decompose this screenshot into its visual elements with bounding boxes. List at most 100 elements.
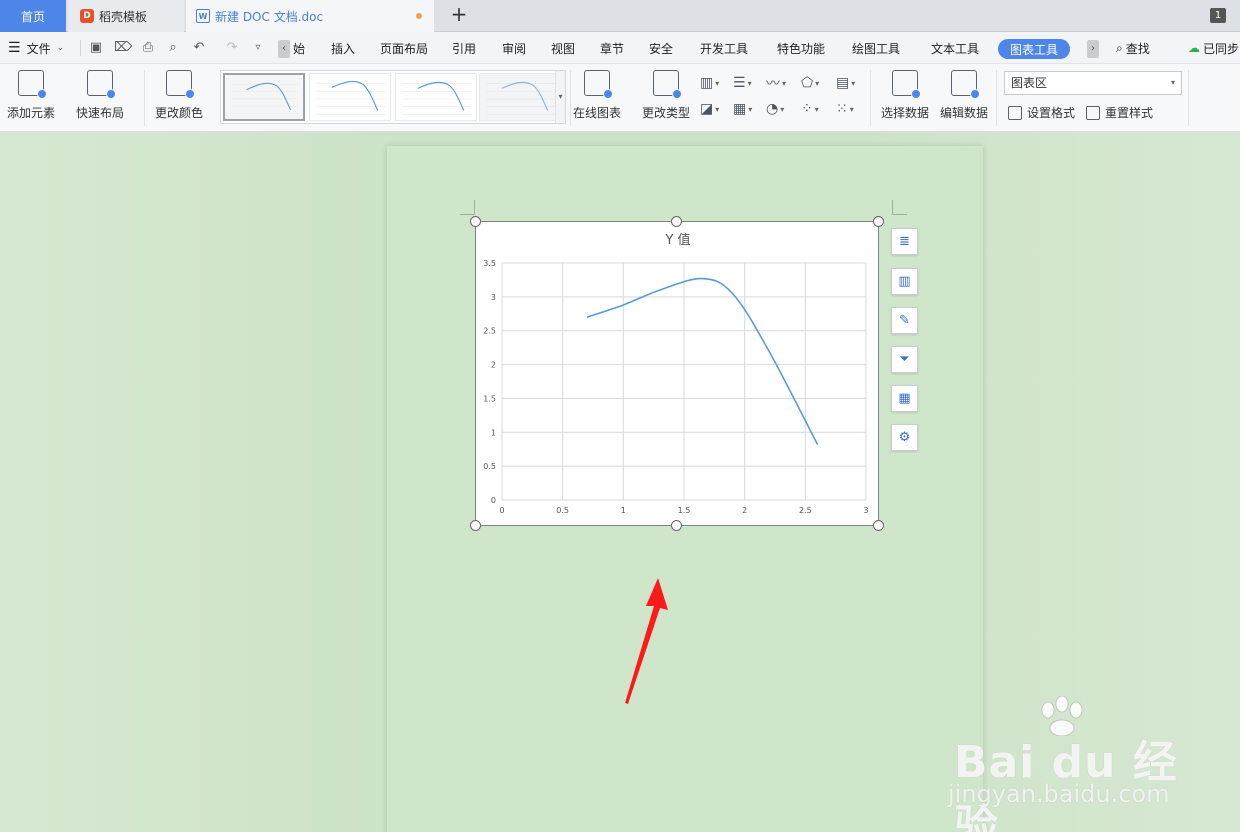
chart-series — [586, 277, 819, 445]
resize-handle-bottom-right[interactable] — [873, 520, 884, 531]
column-chart-icon[interactable]: ▥ ▾ — [700, 74, 726, 92]
filter-icon[interactable]: ⏷ — [891, 346, 918, 373]
chart-title[interactable]: Y 值 — [664, 232, 690, 248]
red-arrow-annotation — [625, 578, 668, 704]
chart-style-thumb[interactable] — [479, 73, 561, 121]
print-preview-icon[interactable]: ⌕ — [165, 40, 181, 56]
change-type-label: 更改类型 — [642, 106, 691, 120]
combo-chart-icon[interactable]: ▦ ▾ — [733, 100, 759, 118]
chart-style-thumb[interactable] — [223, 73, 305, 121]
word-doc-icon: W — [196, 9, 210, 23]
tab-home-label: 首页 — [20, 9, 45, 24]
change-color-icon — [166, 70, 195, 99]
format-painter-icon[interactable]: ⌦ — [114, 40, 132, 56]
sync-label: 已同步 — [1203, 41, 1240, 56]
chart-style-gallery: ▾ — [220, 70, 566, 124]
series-line — [586, 277, 819, 445]
search-icon: ⌕ — [1116, 40, 1123, 55]
menu-item-security[interactable]: 安全 — [649, 32, 673, 64]
menu-item-insert[interactable]: 插入 — [331, 32, 355, 64]
menu-item-chart-tools[interactable]: 图表工具 — [998, 39, 1071, 59]
menu-item-review[interactable]: 审阅 — [502, 32, 526, 64]
window-count-badge[interactable]: 1 — [1210, 8, 1226, 23]
chart-style-preview — [316, 80, 386, 115]
margin-mark — [892, 200, 907, 215]
resize-handle-top-left[interactable] — [470, 216, 481, 227]
select-data-icon — [892, 70, 921, 99]
gallery-expand-icon[interactable]: ▾ — [555, 71, 565, 123]
chart-object[interactable]: Y 值 0 0.5 1 1.5 2 2.5 3 3.5 0 0.5 1 1.5 2 2.5 3 — [475, 221, 879, 526]
tab-bar: 首页 D 稻壳模板 W 新建 DOC 文档.doc + 1 — [0, 0, 1240, 32]
menu-item-start[interactable]: 始 — [293, 32, 305, 64]
chart-style-thumb[interactable] — [395, 73, 477, 121]
tab-template[interactable]: D 稻壳模板 — [68, 0, 184, 32]
bar-chart-icon[interactable]: ☰ ▾ — [733, 74, 759, 92]
area-chart-icon[interactable]: ◪ ▾ — [700, 100, 726, 118]
chart-style-thumb[interactable] — [309, 73, 391, 121]
gear-icon[interactable]: ⚙ — [891, 424, 918, 451]
y-tick-label: 3.5 — [483, 259, 496, 268]
search-button[interactable]: ⌕ 查找 — [1116, 32, 1150, 64]
chevron-down-icon: ⌄ — [56, 43, 65, 53]
menu-item-developer[interactable]: 开发工具 — [700, 32, 748, 64]
search-label: 查找 — [1125, 41, 1150, 56]
sync-status[interactable]: ☁ 已同步 — [1188, 32, 1239, 64]
resize-handle-bottom[interactable] — [671, 520, 682, 531]
x-tick-label: 0.5 — [556, 506, 569, 515]
change-color-button[interactable]: 更改颜色 — [155, 70, 203, 121]
chart-style-preview — [231, 82, 298, 114]
watermark-url: jingyan.baidu.com — [948, 780, 1170, 808]
print-icon[interactable]: ⎙ — [140, 40, 156, 56]
tab-home[interactable]: 首页 — [0, 0, 66, 32]
y-tick-label: 1 — [491, 428, 496, 437]
add-element-button[interactable]: 添加元素 — [7, 70, 55, 121]
menu-item-section[interactable]: 章节 — [600, 32, 624, 64]
paintbrush-icon[interactable]: ✎ — [891, 307, 918, 334]
chart-style-icon[interactable]: ▥ — [891, 268, 918, 295]
pie-chart-icon[interactable]: ◔ ▾ — [766, 100, 792, 118]
file-menu[interactable]: ☰ 文件 ⌄ — [8, 32, 64, 64]
watermark-brand: Bai du 经验 — [954, 737, 1178, 832]
set-format-button[interactable]: 设置格式 — [1008, 104, 1075, 121]
line-chart-icon[interactable]: 〰 ▾ — [766, 74, 792, 92]
scatter-chart-icon[interactable]: ⁘ ▾ — [801, 100, 827, 118]
quick-layout-button[interactable]: 快速布局 — [76, 70, 124, 121]
undo-icon[interactable]: ↶ — [191, 40, 207, 56]
reset-style-label: 重置样式 — [1105, 106, 1154, 120]
baidu-jingyan-watermark: Bai du 经验 jingyan.baidu.com — [948, 696, 1188, 832]
redo-icon[interactable]: ↷ — [224, 40, 240, 56]
menu-item-text-tools[interactable]: 文本工具 — [931, 32, 979, 64]
line-chart: Y 值 0 0.5 1 1.5 2 2.5 3 3.5 0 0.5 1 1.5 2 2.5 3 — [483, 232, 868, 515]
save-icon[interactable]: ▣ — [88, 40, 104, 56]
new-tab-button[interactable]: + — [448, 4, 470, 26]
chart-axis-ticks: 0 0.5 1 1.5 2 2.5 3 3.5 0 0.5 1 1.5 2 2.5 3 — [483, 259, 868, 515]
resize-handle-top-right[interactable] — [873, 216, 884, 227]
chart-element-select[interactable]: 图表区 ▾ — [1004, 71, 1182, 95]
online-chart-small-icon[interactable]: ▦ — [891, 385, 918, 412]
stock-chart-icon[interactable]: ▤ ▾ — [836, 74, 862, 92]
menu-scroll-left-icon[interactable]: ‹ — [278, 40, 290, 58]
chart-elements-icon[interactable]: ≣ — [891, 228, 918, 255]
resize-handle-bottom-left[interactable] — [470, 520, 481, 531]
chart-style-preview — [486, 81, 556, 115]
menu-item-features[interactable]: 特色功能 — [777, 32, 825, 64]
x-tick-label: 3 — [863, 506, 868, 515]
online-chart-button[interactable]: 在线图表 — [573, 70, 621, 121]
menu-item-drawing-tools[interactable]: 绘图工具 — [852, 32, 900, 64]
reset-style-button[interactable]: 重置样式 — [1086, 104, 1153, 121]
menu-bar: ☰ 文件 ⌄ ▣ ⌦ ⎙ ⌕ ↶ ↷ ▿ ‹ 始 插入 页面布局 引用 审阅 视… — [0, 32, 1240, 64]
tab-document[interactable]: W 新建 DOC 文档.doc — [186, 0, 434, 32]
menu-scroll-right-icon[interactable]: › — [1087, 40, 1099, 58]
bubble-chart-icon[interactable]: ⁙ ▾ — [836, 100, 862, 118]
menu-item-view[interactable]: 视图 — [551, 32, 575, 64]
menu-item-page-layout[interactable]: 页面布局 — [380, 32, 428, 64]
edit-data-button[interactable]: 编辑数据 — [940, 70, 988, 121]
quick-access-dropdown-icon[interactable]: ▿ — [250, 40, 266, 56]
change-type-button[interactable]: 更改类型 — [642, 70, 690, 121]
menu-item-reference[interactable]: 引用 — [452, 32, 476, 64]
resize-handle-top[interactable] — [671, 216, 682, 227]
y-tick-label: 0 — [491, 496, 496, 505]
radar-chart-icon[interactable]: ⬠ ▾ — [801, 74, 827, 92]
select-data-button[interactable]: 选择数据 — [881, 70, 929, 121]
hamburger-icon: ☰ — [8, 40, 21, 56]
